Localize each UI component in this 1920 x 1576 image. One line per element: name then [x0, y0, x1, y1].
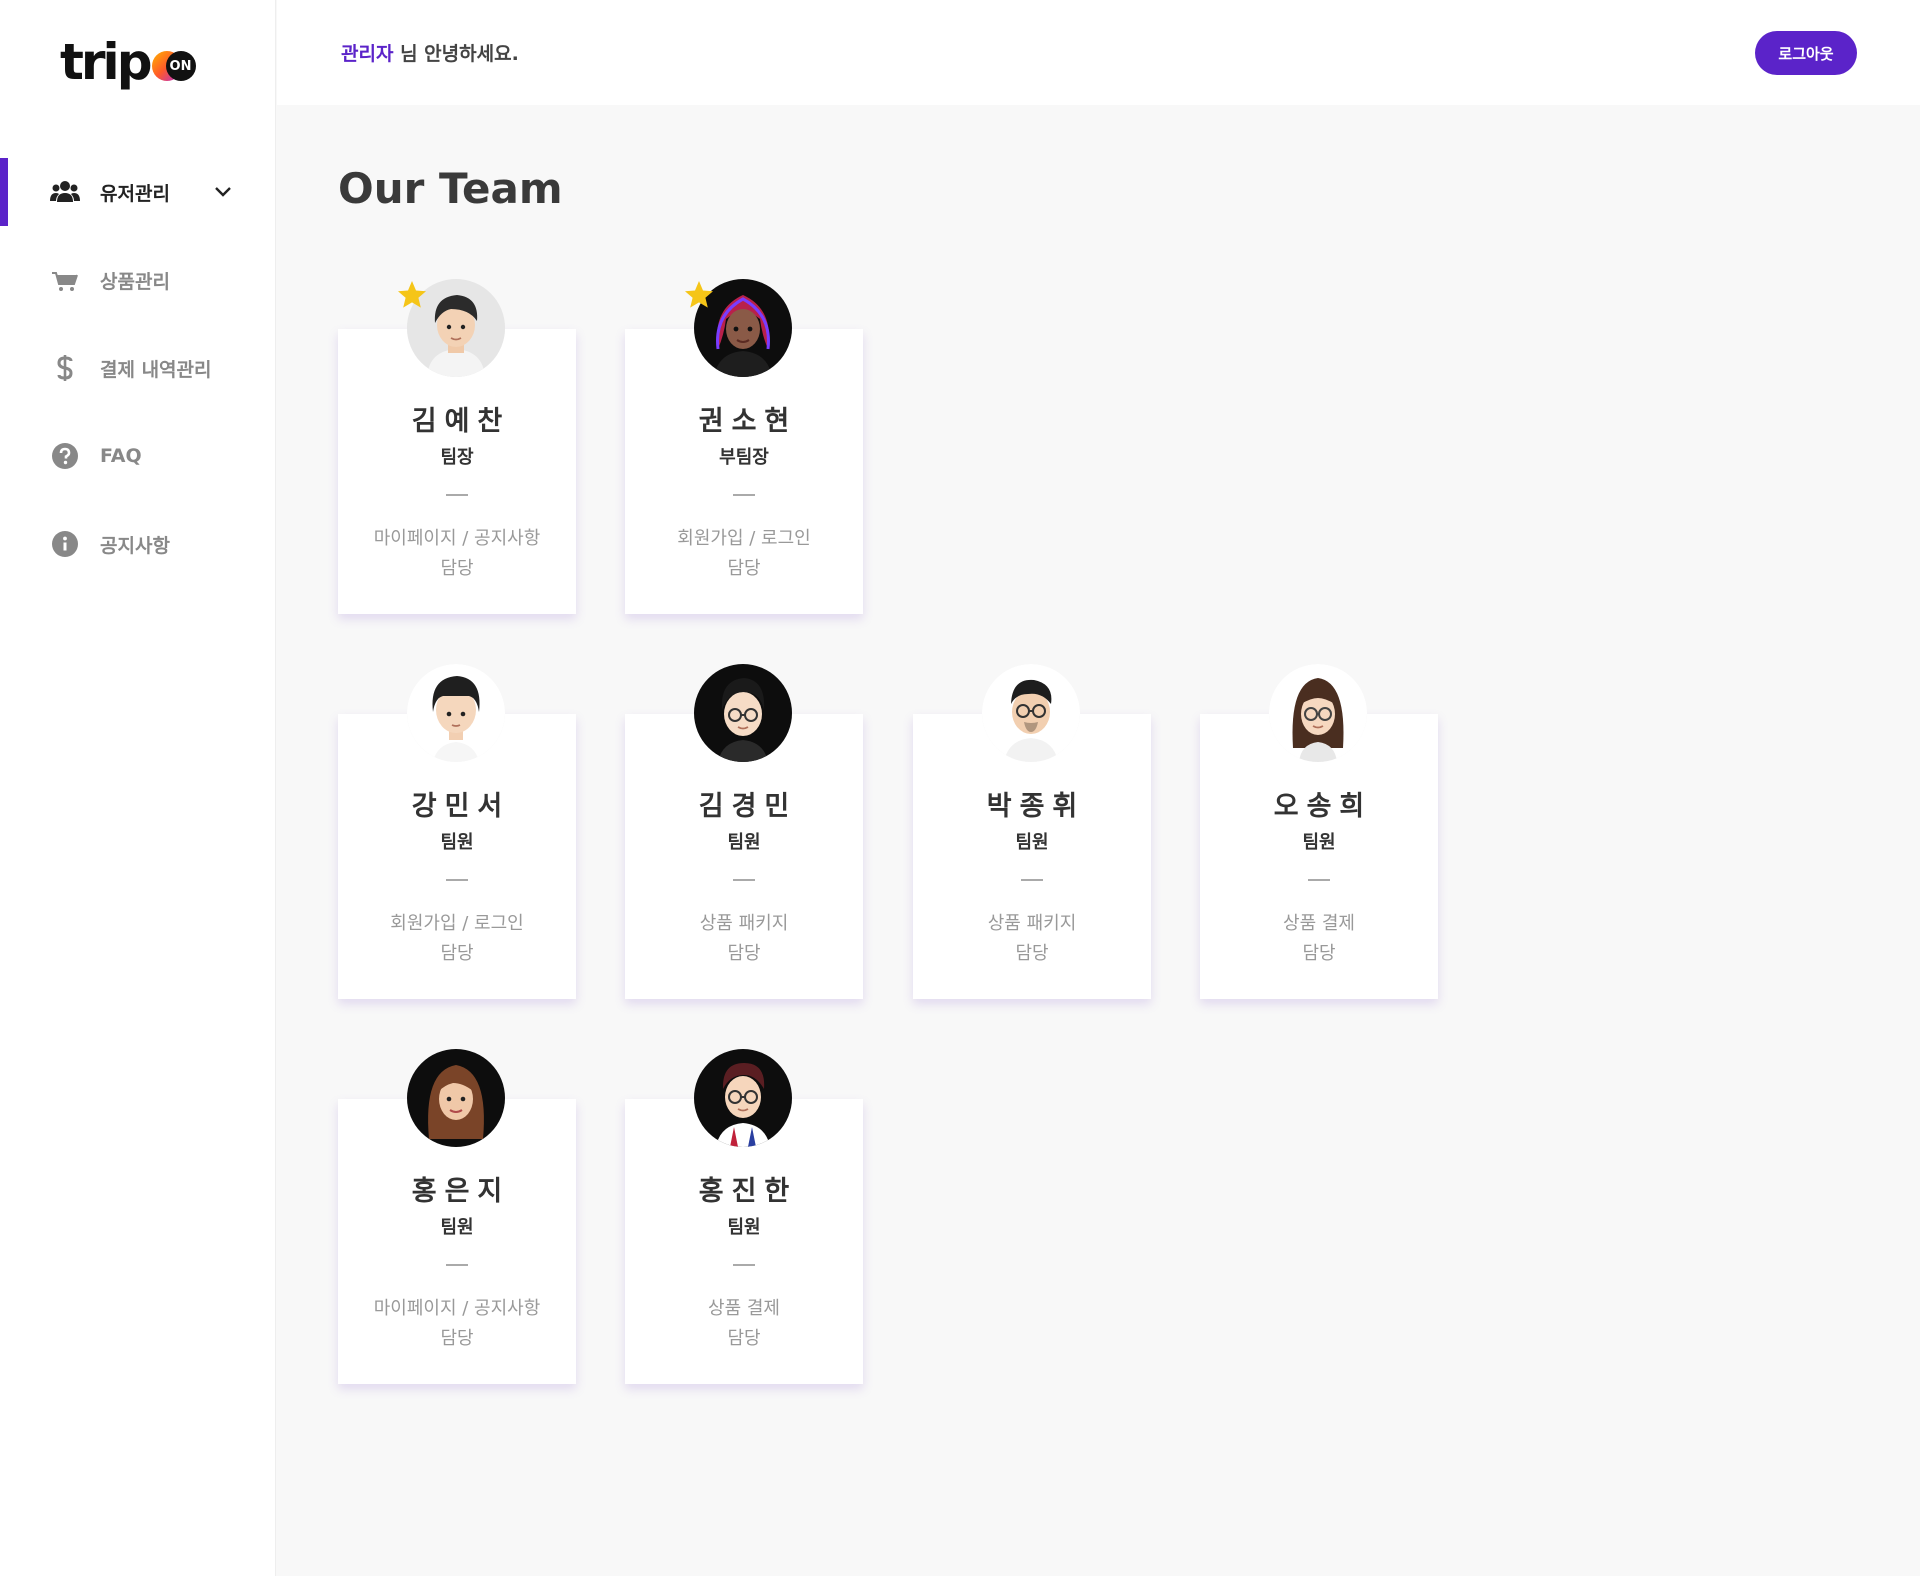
sidebar-item-label: 유저관리: [100, 182, 170, 205]
member-name: 김예찬: [411, 406, 511, 437]
users-icon: [50, 177, 80, 207]
avatar: [1269, 664, 1367, 762]
member-role: 부팀장: [719, 447, 769, 468]
leader-star-icon: [683, 279, 715, 311]
member-duty: 회원가입 / 로그인 담당: [390, 913, 524, 964]
sidebar-item-notices[interactable]: 공지사항: [0, 510, 276, 578]
logo-badge: ON: [151, 51, 196, 81]
team-member-card: 홍은지 팀원 마이페이지 / 공지사항 담당: [338, 1049, 576, 1384]
avatar: [407, 1049, 505, 1147]
sidebar-nav: 유저관리 상품관리 결제 내역관리 FAQ 공지사항: [0, 158, 276, 598]
team-member-card: 홍진한 팀원 상품 결제 담당: [625, 1049, 863, 1384]
page-title: Our Team: [338, 164, 563, 213]
member-role: 팀원: [727, 1217, 761, 1238]
top-header: 관리자 님 안녕하세요. 로그아웃: [277, 0, 1920, 105]
leader-star-icon: [396, 279, 428, 311]
avatar: [982, 664, 1080, 762]
member-duty: 마이페이지 / 공지사항 담당: [373, 528, 541, 579]
divider: [446, 879, 468, 881]
team-member-card: 강민서 팀원 회원가입 / 로그인 담당: [338, 664, 576, 999]
member-name: 박종휘: [986, 791, 1086, 822]
sidebar-item-label: 공지사항: [100, 534, 170, 557]
divider: [1308, 879, 1330, 881]
logo-text: trip: [60, 33, 152, 91]
avatar: [694, 1049, 792, 1147]
sidebar-item-label: 결제 내역관리: [100, 358, 212, 381]
member-role: 팀원: [1015, 832, 1049, 853]
greeting: 관리자 님 안녕하세요.: [341, 39, 519, 66]
member-name: 권소현: [698, 406, 798, 437]
dollar-icon: [50, 353, 80, 383]
sidebar: trip ON 유저관리 상품관리 결제 내역관리 FAQ 공지사항: [0, 0, 276, 1576]
member-name: 강민서: [411, 791, 511, 822]
member-role: 팀원: [440, 832, 474, 853]
avatar: [694, 664, 792, 762]
member-role: 팀원: [1302, 832, 1336, 853]
info-circle-icon: [50, 529, 80, 559]
sidebar-item-label: 상품관리: [100, 270, 170, 293]
logout-button[interactable]: 로그아웃: [1755, 31, 1857, 75]
member-duty: 상품 결제 담당: [1283, 913, 1355, 964]
member-duty: 마이페이지 / 공지사항 담당: [373, 1298, 541, 1349]
member-name: 홍진한: [698, 1176, 798, 1207]
member-role: 팀원: [440, 1217, 474, 1238]
member-name: 김경민: [698, 791, 798, 822]
chevron-down-icon[interactable]: [212, 180, 234, 202]
team-member-card: 김경민 팀원 상품 패키지 담당: [625, 664, 863, 999]
divider: [1021, 879, 1043, 881]
sidebar-item-users[interactable]: 유저관리: [0, 158, 276, 226]
team-member-card: 김예찬 팀장 마이페이지 / 공지사항 담당: [338, 279, 576, 614]
team-member-card: 오송희 팀원 상품 결제 담당: [1200, 664, 1438, 999]
member-duty: 상품 패키지 담당: [987, 913, 1077, 964]
sidebar-item-products[interactable]: 상품관리: [0, 246, 276, 314]
team-member-card: 박종휘 팀원 상품 패키지 담당: [913, 664, 1151, 999]
team-member-card: 권소현 부팀장 회원가입 / 로그인 담당: [625, 279, 863, 614]
divider: [733, 879, 755, 881]
active-indicator: [0, 158, 8, 226]
sidebar-item-payments[interactable]: 결제 내역관리: [0, 334, 276, 402]
member-role: 팀장: [440, 447, 474, 468]
member-name: 홍은지: [411, 1176, 511, 1207]
sidebar-item-faq[interactable]: FAQ: [0, 422, 276, 490]
member-role: 팀원: [727, 832, 761, 853]
member-duty: 회원가입 / 로그인 담당: [677, 528, 811, 579]
question-circle-icon: [50, 441, 80, 471]
divider: [446, 494, 468, 496]
sidebar-item-label: FAQ: [100, 445, 142, 467]
divider: [733, 1264, 755, 1266]
logo[interactable]: trip ON: [60, 36, 196, 88]
divider: [733, 494, 755, 496]
avatar: [407, 664, 505, 762]
greeting-text: 님 안녕하세요.: [393, 43, 519, 65]
member-duty: 상품 패키지 담당: [699, 913, 789, 964]
greeting-user: 관리자: [341, 43, 394, 65]
member-duty: 상품 결제 담당: [708, 1298, 780, 1349]
cart-icon: [50, 265, 80, 295]
divider: [446, 1264, 468, 1266]
member-name: 오송희: [1273, 791, 1373, 822]
